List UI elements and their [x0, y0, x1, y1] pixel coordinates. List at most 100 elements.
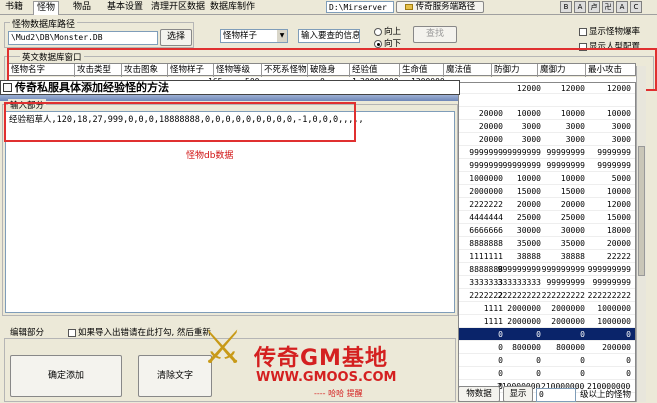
folder-icon — [404, 3, 413, 10]
radio-up[interactable]: 向上 — [374, 25, 401, 37]
search-field-combo[interactable]: 怪物样子 ▼ — [220, 29, 288, 43]
radio-down-circle — [374, 39, 382, 48]
confirm-add-button[interactable]: 确定添加 — [10, 355, 122, 397]
table-row[interactable]: 0 800000 800000 200000 — [459, 341, 635, 354]
cell: 99999999 — [546, 148, 585, 157]
tab-clean-data[interactable]: 清理开区数据 — [148, 1, 208, 15]
cell: 3000 — [521, 135, 541, 144]
table-row[interactable]: 0000 — [459, 367, 635, 380]
table-row[interactable]: 3333333 333333333 99999999 99999999 — [459, 276, 635, 289]
cell: 0 — [626, 369, 631, 378]
vertical-scrollbar[interactable] — [636, 66, 646, 402]
cell: 0 — [536, 356, 541, 365]
cell: 3000 — [565, 135, 585, 144]
cell: 20000 — [516, 200, 541, 209]
server-path-field[interactable]: D:\Mirserver — [326, 1, 394, 13]
cell: 10000 — [560, 174, 585, 183]
show-drop-option[interactable]: 显示怪物爆率 — [579, 25, 640, 37]
toolbar-icon-4[interactable]: 卍 — [602, 1, 614, 13]
table-row[interactable]: 8888888 999999999 999999999 999999999 — [459, 263, 635, 276]
cell: 35000 — [516, 239, 541, 248]
table-row[interactable]: 2222222 20000 20000 12000 — [459, 198, 635, 211]
monster-db-watermark: 怪物db数据 — [186, 151, 234, 161]
cell: 2000000 — [507, 317, 541, 326]
import-error-label: 如果导入出错请在此打勾, 然后重新 — [78, 328, 211, 338]
table-row[interactable]: 6666666 30000 30000 18000 — [459, 224, 635, 237]
server-path-button-label: 传奇服务端路径 — [415, 2, 476, 12]
cell: 10000 — [606, 109, 631, 118]
cell: 22222 — [606, 252, 631, 261]
cell: 12000 — [560, 84, 585, 93]
cell: 15000 — [606, 213, 631, 222]
import-error-option[interactable]: 如果导入出错请在此打勾, 然后重新 — [68, 326, 211, 338]
cell: 10000 — [516, 174, 541, 183]
table-row[interactable]: 20000 10000 10000 10000 — [459, 107, 635, 120]
cell: 3000 — [521, 122, 541, 131]
cell: 38888 — [516, 252, 541, 261]
find-button[interactable]: 查找 — [413, 26, 457, 43]
cell: 10000 — [606, 187, 631, 196]
tab-basic-settings[interactable]: 基本设置 — [104, 1, 146, 15]
table-row[interactable]: 12000 12000 12000 — [459, 83, 635, 94]
table-row[interactable]: 20000 3000 3000 3000 — [459, 133, 635, 146]
cell: 0 — [536, 330, 541, 339]
table-row[interactable]: 0000 — [459, 328, 635, 341]
table-row[interactable]: 4444444 25000 25000 15000 — [459, 211, 635, 224]
table-row[interactable]: 2000000 15000 15000 10000 — [459, 185, 635, 198]
right-data-table[interactable]: 12000 12000 12000 20000 10000 10000 10000 20… — [458, 82, 636, 402]
scroll-thumb[interactable] — [638, 146, 645, 276]
annotation-text: 传奇私服具体添加经验怪的方法 — [15, 81, 169, 94]
table-row[interactable]: 2222222 222222222 222222222 222222222 — [459, 289, 635, 302]
cell: 999999999 — [541, 265, 585, 274]
level-stepper[interactable]: 0 — [536, 388, 576, 402]
level-filter-label: 级以上的怪物 — [580, 390, 632, 400]
cell: 18000 — [606, 226, 631, 235]
cell: 9999999 — [597, 148, 631, 157]
table-row[interactable] — [459, 94, 635, 107]
cell: 12000 — [516, 84, 541, 93]
table-row[interactable]: 1111111 38888 38888 22222 — [459, 250, 635, 263]
show-button[interactable]: 显示 — [503, 386, 533, 402]
highlight-box-input — [4, 102, 356, 142]
toolbar-icon-5[interactable]: A — [616, 1, 628, 13]
table-row[interactable]: 1000000 10000 10000 5000 — [459, 172, 635, 185]
cell: 222222222 — [587, 291, 631, 300]
cell: 3000 — [565, 122, 585, 131]
toolbar-icon-1[interactable]: B — [560, 1, 572, 13]
logo-title: 传奇GM基地 — [254, 346, 388, 371]
tab-monster[interactable]: 怪物 — [33, 1, 60, 15]
toolbar-icon-3[interactable]: 卢 — [588, 1, 600, 13]
db-select-button[interactable]: 选择 — [160, 29, 192, 46]
tab-items[interactable]: 物品 — [70, 1, 94, 15]
monster-data-button[interactable]: 物数据 — [458, 386, 500, 402]
tab-db-make[interactable]: 数据库制作 — [207, 1, 258, 15]
logo-url: WWW.GMOOS.COM — [256, 370, 397, 385]
table-row[interactable]: 8888888 35000 35000 20000 — [459, 237, 635, 250]
tab-books[interactable]: 书籍 — [2, 1, 26, 15]
cell: 200000 — [602, 343, 631, 352]
cell: 0 — [626, 330, 631, 339]
search-input[interactable]: 输入要查的信息 — [298, 29, 360, 43]
cell: 25000 — [560, 213, 585, 222]
cell: 0 — [536, 369, 541, 378]
cell: 1000000 — [597, 317, 631, 326]
table-row[interactable]: 20000 3000 3000 3000 — [459, 120, 635, 133]
table-row[interactable]: 0000 — [459, 354, 635, 367]
table-row[interactable]: 1111 2000000 2000000 1000000 — [459, 302, 635, 315]
table-row[interactable]: 1111 2000000 2000000 1000000 — [459, 315, 635, 328]
toolbar-icon-2[interactable]: A — [574, 1, 586, 13]
table-row[interactable]: 9999999 99999999 99999999 9999999 — [459, 159, 635, 172]
toolbar-icon-6[interactable]: C — [630, 1, 642, 13]
cell: 9999999 — [597, 161, 631, 170]
cell: 2000000 — [551, 304, 585, 313]
radio-up-circle — [374, 27, 382, 36]
cell: 0 — [580, 356, 585, 365]
table-row[interactable]: 9999999 99999999 99999999 9999999 — [459, 146, 635, 159]
server-path-button[interactable]: 传奇服务端路径 — [396, 1, 484, 13]
db-path-field[interactable]: \Mud2\DB\Monster.DB — [8, 31, 158, 45]
cell: 10000 — [560, 109, 585, 118]
cell: 99999999 — [502, 161, 541, 170]
gm-logo: ⚔ 传奇GM基地 WWW.GMOOS.COM ---- 哈哈 提醒 — [196, 312, 458, 403]
cell: 333333333 — [497, 278, 541, 287]
cell: 35000 — [560, 239, 585, 248]
